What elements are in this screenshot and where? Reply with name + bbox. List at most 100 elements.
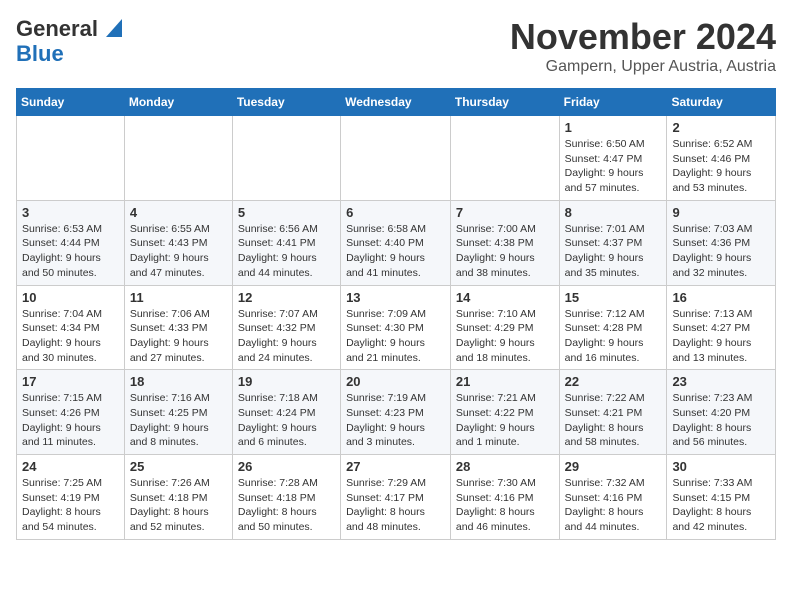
day-number: 22 [565, 374, 662, 389]
weekday-header: Monday [124, 89, 232, 116]
day-number: 7 [456, 205, 554, 220]
day-number: 25 [130, 459, 227, 474]
day-number: 16 [672, 290, 770, 305]
calendar-cell: 19 Sunrise: 7:18 AM Sunset: 4:24 PM Dayli… [232, 370, 340, 455]
calendar-cell: 3 Sunrise: 6:53 AM Sunset: 4:44 PM Daylig… [17, 200, 125, 285]
weekday-header: Thursday [450, 89, 559, 116]
day-number: 6 [346, 205, 445, 220]
day-number: 21 [456, 374, 554, 389]
calendar-cell: 13 Sunrise: 7:09 AM Sunset: 4:30 PM Dayli… [341, 285, 451, 370]
day-number: 28 [456, 459, 554, 474]
calendar-title-block: November 2024 Gampern, Upper Austria, Au… [510, 16, 776, 76]
day-number: 24 [22, 459, 119, 474]
calendar-cell: 2 Sunrise: 6:52 AM Sunset: 4:46 PM Daylig… [667, 116, 776, 201]
day-info: Sunrise: 7:18 AM Sunset: 4:24 PM Dayligh… [238, 391, 335, 450]
day-number: 30 [672, 459, 770, 474]
calendar-cell: 27 Sunrise: 7:29 AM Sunset: 4:17 PM Dayli… [341, 455, 451, 540]
day-info: Sunrise: 6:52 AM Sunset: 4:46 PM Dayligh… [672, 137, 770, 196]
calendar-week-row: 3 Sunrise: 6:53 AM Sunset: 4:44 PM Daylig… [17, 200, 776, 285]
calendar-cell: 7 Sunrise: 7:00 AM Sunset: 4:38 PM Daylig… [450, 200, 559, 285]
day-info: Sunrise: 6:56 AM Sunset: 4:41 PM Dayligh… [238, 222, 335, 281]
day-number: 4 [130, 205, 227, 220]
day-info: Sunrise: 6:58 AM Sunset: 4:40 PM Dayligh… [346, 222, 445, 281]
day-info: Sunrise: 7:00 AM Sunset: 4:38 PM Dayligh… [456, 222, 554, 281]
day-number: 23 [672, 374, 770, 389]
calendar-cell: 11 Sunrise: 7:06 AM Sunset: 4:33 PM Dayli… [124, 285, 232, 370]
day-info: Sunrise: 6:55 AM Sunset: 4:43 PM Dayligh… [130, 222, 227, 281]
logo-blue-text: Blue [16, 43, 64, 65]
calendar-cell: 15 Sunrise: 7:12 AM Sunset: 4:28 PM Dayli… [559, 285, 667, 370]
logo: General Blue [16, 16, 122, 65]
day-info: Sunrise: 6:53 AM Sunset: 4:44 PM Dayligh… [22, 222, 119, 281]
weekday-header: Saturday [667, 89, 776, 116]
day-info: Sunrise: 7:01 AM Sunset: 4:37 PM Dayligh… [565, 222, 662, 281]
day-number: 2 [672, 120, 770, 135]
day-info: Sunrise: 7:28 AM Sunset: 4:18 PM Dayligh… [238, 476, 335, 535]
day-info: Sunrise: 7:21 AM Sunset: 4:22 PM Dayligh… [456, 391, 554, 450]
calendar-subtitle: Gampern, Upper Austria, Austria [510, 58, 776, 76]
calendar-cell: 30 Sunrise: 7:33 AM Sunset: 4:15 PM Dayli… [667, 455, 776, 540]
calendar-week-row: 17 Sunrise: 7:15 AM Sunset: 4:26 PM Dayli… [17, 370, 776, 455]
calendar-title: November 2024 [510, 16, 776, 58]
calendar-week-row: 10 Sunrise: 7:04 AM Sunset: 4:34 PM Dayli… [17, 285, 776, 370]
weekday-header: Friday [559, 89, 667, 116]
weekday-header: Sunday [17, 89, 125, 116]
calendar-cell: 12Sunrise: 7:07 AM Sunset: 4:32 PM Dayli… [232, 285, 340, 370]
day-number: 15 [565, 290, 662, 305]
day-number: 17 [22, 374, 119, 389]
day-number: 19 [238, 374, 335, 389]
day-number: 13 [346, 290, 445, 305]
calendar-cell: 8 Sunrise: 7:01 AM Sunset: 4:37 PM Daylig… [559, 200, 667, 285]
day-number: 5 [238, 205, 335, 220]
logo-triangle-icon [106, 19, 122, 37]
day-number: 26 [238, 459, 335, 474]
calendar-week-row: 24 Sunrise: 7:25 AM Sunset: 4:19 PM Dayli… [17, 455, 776, 540]
day-number: 27 [346, 459, 445, 474]
calendar-cell: 20Sunrise: 7:19 AM Sunset: 4:23 PM Dayli… [341, 370, 451, 455]
day-info: Sunrise: 7:30 AM Sunset: 4:16 PM Dayligh… [456, 476, 554, 535]
calendar-cell: 16Sunrise: 7:13 AM Sunset: 4:27 PM Dayli… [667, 285, 776, 370]
calendar-cell: 24 Sunrise: 7:25 AM Sunset: 4:19 PM Dayli… [17, 455, 125, 540]
calendar-cell: 14Sunrise: 7:10 AM Sunset: 4:29 PM Dayli… [450, 285, 559, 370]
day-info: Sunrise: 7:12 AM Sunset: 4:28 PM Dayligh… [565, 307, 662, 366]
day-info: Sunrise: 7:25 AM Sunset: 4:19 PM Dayligh… [22, 476, 119, 535]
day-info: Sunrise: 7:15 AM Sunset: 4:26 PM Dayligh… [22, 391, 119, 450]
day-info: Sunrise: 7:04 AM Sunset: 4:34 PM Dayligh… [22, 307, 119, 366]
calendar-cell: 1 Sunrise: 6:50 AM Sunset: 4:47 PM Daylig… [559, 116, 667, 201]
day-info: Sunrise: 7:32 AM Sunset: 4:16 PM Dayligh… [565, 476, 662, 535]
calendar-cell: 6 Sunrise: 6:58 AM Sunset: 4:40 PM Daylig… [341, 200, 451, 285]
calendar-cell: 22 Sunrise: 7:22 AM Sunset: 4:21 PM Dayli… [559, 370, 667, 455]
day-info: Sunrise: 7:16 AM Sunset: 4:25 PM Dayligh… [130, 391, 227, 450]
calendar-cell: 21 Sunrise: 7:21 AM Sunset: 4:22 PM Dayli… [450, 370, 559, 455]
calendar-cell: 5 Sunrise: 6:56 AM Sunset: 4:41 PM Daylig… [232, 200, 340, 285]
day-info: Sunrise: 7:29 AM Sunset: 4:17 PM Dayligh… [346, 476, 445, 535]
day-number: 3 [22, 205, 119, 220]
calendar-cell [124, 116, 232, 201]
calendar-table: SundayMondayTuesdayWednesdayThursdayFrid… [16, 88, 776, 540]
day-number: 14 [456, 290, 554, 305]
calendar-cell [450, 116, 559, 201]
day-info: Sunrise: 7:23 AM Sunset: 4:20 PM Dayligh… [672, 391, 770, 450]
day-number: 11 [130, 290, 227, 305]
calendar-cell [341, 116, 451, 201]
day-number: 29 [565, 459, 662, 474]
calendar-cell: 10 Sunrise: 7:04 AM Sunset: 4:34 PM Dayli… [17, 285, 125, 370]
day-number: 1 [565, 120, 662, 135]
day-number: 9 [672, 205, 770, 220]
calendar-cell: 29 Sunrise: 7:32 AM Sunset: 4:16 PM Dayli… [559, 455, 667, 540]
day-info: Sunrise: 7:09 AM Sunset: 4:30 PM Dayligh… [346, 307, 445, 366]
day-info: Sunrise: 6:50 AM Sunset: 4:47 PM Dayligh… [565, 137, 662, 196]
day-number: 18 [130, 374, 227, 389]
calendar-cell [232, 116, 340, 201]
calendar-header-row: SundayMondayTuesdayWednesdayThursdayFrid… [17, 89, 776, 116]
calendar-cell: 17 Sunrise: 7:15 AM Sunset: 4:26 PM Dayli… [17, 370, 125, 455]
calendar-cell: 23 Sunrise: 7:23 AM Sunset: 4:20 PM Dayli… [667, 370, 776, 455]
day-number: 10 [22, 290, 119, 305]
logo-text: General [16, 16, 122, 43]
calendar-cell: 25Sunrise: 7:26 AM Sunset: 4:18 PM Dayli… [124, 455, 232, 540]
day-number: 8 [565, 205, 662, 220]
day-info: Sunrise: 7:07 AM Sunset: 4:32 PM Dayligh… [238, 307, 335, 366]
day-info: Sunrise: 7:33 AM Sunset: 4:15 PM Dayligh… [672, 476, 770, 535]
day-info: Sunrise: 7:22 AM Sunset: 4:21 PM Dayligh… [565, 391, 662, 450]
day-info: Sunrise: 7:06 AM Sunset: 4:33 PM Dayligh… [130, 307, 227, 366]
